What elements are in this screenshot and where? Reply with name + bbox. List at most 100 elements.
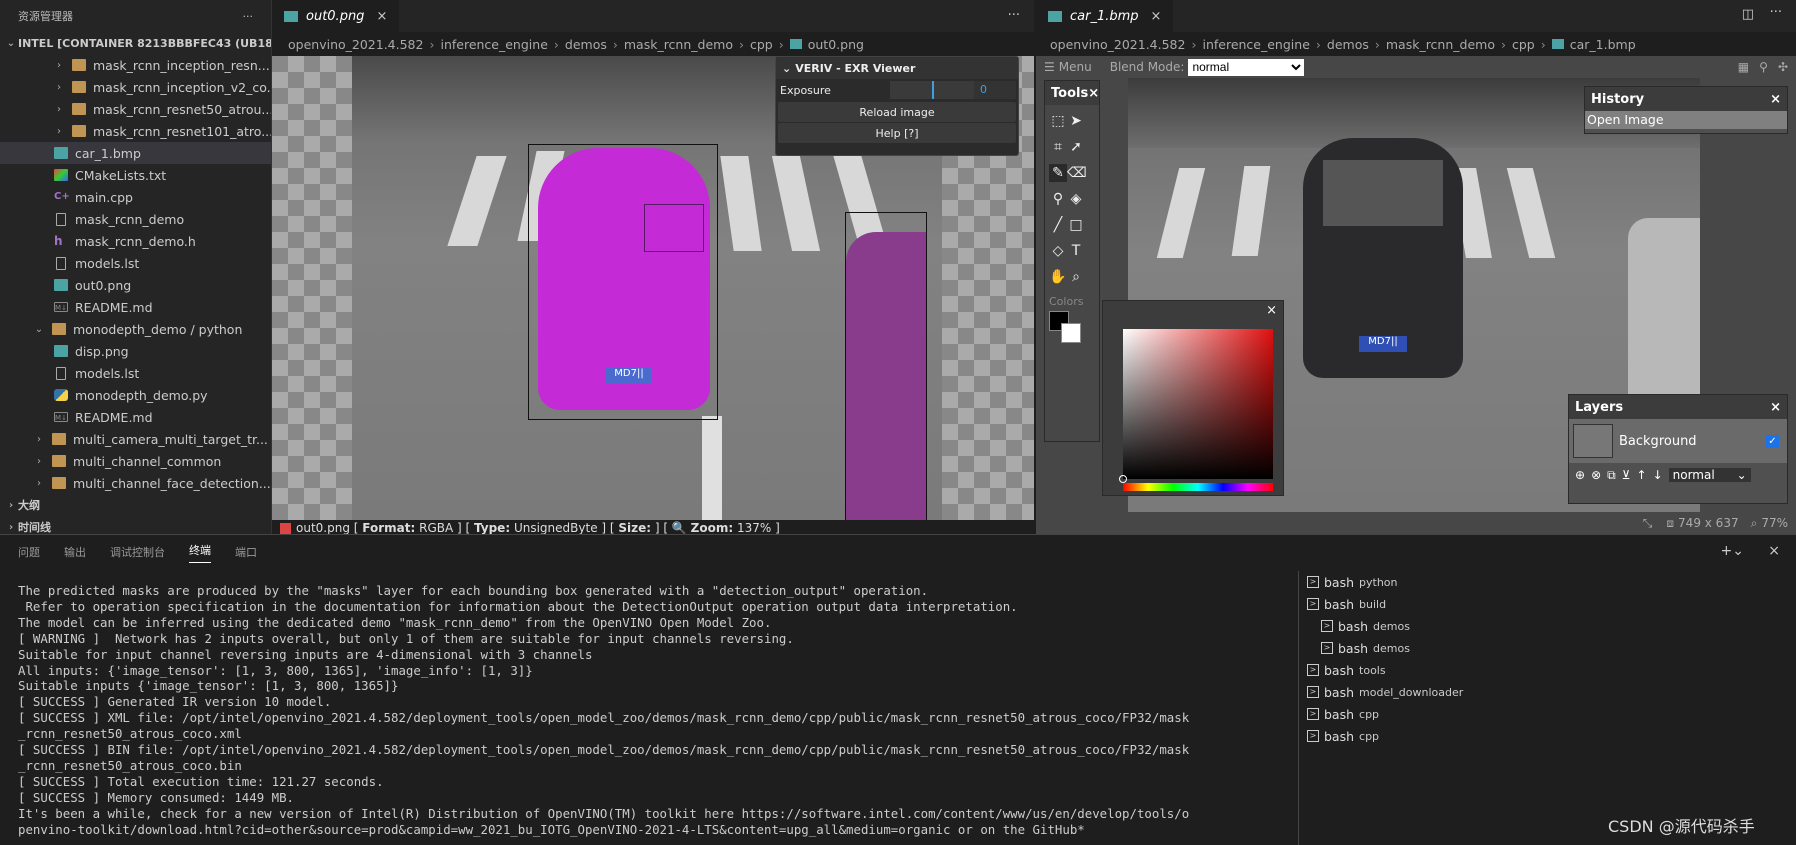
duplicate-layer-icon[interactable]: ⧉ <box>1607 468 1616 483</box>
move-icon[interactable]: ➤ <box>1067 112 1085 130</box>
close-icon[interactable]: × <box>1151 9 1162 24</box>
terminal-item[interactable]: > bash python <box>1299 571 1788 593</box>
menu-button[interactable]: Menu <box>1059 60 1092 74</box>
breadcrumb-item[interactable]: car_1.bmp <box>1570 37 1636 52</box>
line-icon[interactable]: ╱ <box>1049 216 1067 234</box>
breadcrumb-item[interactable]: demos <box>1327 37 1369 52</box>
terminal-item[interactable]: > bash tools <box>1299 659 1788 681</box>
tree-item[interactable]: CMakeLists.txt <box>0 164 271 186</box>
delete-layer-icon[interactable]: ⊗ <box>1591 468 1601 482</box>
tree-item[interactable]: › multi_channel_common <box>0 450 271 472</box>
tree-item[interactable]: models.lst <box>0 252 271 274</box>
tree-item[interactable]: › mask_rcnn_inception_resn... <box>0 54 271 76</box>
tree-item[interactable]: C+ main.cpp <box>0 186 271 208</box>
close-icon[interactable]: × <box>1088 86 1099 101</box>
tree-item[interactable]: car_1.bmp <box>0 142 271 164</box>
tree-item[interactable]: monodepth_demo.py <box>0 384 271 406</box>
hue-slider[interactable] <box>1123 483 1273 491</box>
move-up-icon[interactable]: ↑ <box>1637 468 1647 482</box>
more-actions-icon[interactable]: ··· <box>1008 8 1020 23</box>
breadcrumb-item[interactable]: openvino_2021.4.582 <box>1050 37 1185 52</box>
rectangle-icon[interactable]: □ <box>1067 216 1085 234</box>
shape-icon[interactable]: ◇ <box>1049 242 1067 260</box>
tree-item[interactable]: › mask_rcnn_resnet101_atro... <box>0 120 271 142</box>
tree-item[interactable]: models.lst <box>0 362 271 384</box>
tree-item[interactable]: › mask_rcnn_resnet50_atrou... <box>0 98 271 120</box>
outline-section[interactable]: › 大纲 <box>0 494 271 516</box>
terminal-item[interactable]: > bash demos <box>1299 637 1788 659</box>
brush-icon[interactable]: ✎ <box>1049 164 1067 182</box>
panel-tab[interactable]: 调试控制台 <box>110 544 165 560</box>
text-icon[interactable]: T <box>1067 242 1085 260</box>
terminal-item[interactable]: > bash build <box>1299 593 1788 615</box>
tab-car-1-bmp[interactable]: car_1.bmp × <box>1036 0 1174 32</box>
panel-tab[interactable]: 终端 <box>189 542 211 563</box>
eyedropper-icon[interactable]: ⚲ <box>1049 190 1067 208</box>
breadcrumb-item[interactable]: mask_rcnn_demo <box>624 37 733 52</box>
background-color[interactable] <box>1061 323 1081 343</box>
crop-icon[interactable]: ⌗ <box>1049 138 1067 156</box>
exposure-value[interactable]: 0 <box>974 81 1016 99</box>
new-terminal-icon[interactable]: +⌄ <box>1721 543 1744 559</box>
close-icon[interactable]: × <box>1770 92 1781 107</box>
location-icon[interactable]: ⚲ <box>1759 60 1768 74</box>
transform-icon[interactable]: ⤡ <box>1643 516 1653 531</box>
history-item[interactable]: Open Image <box>1585 111 1787 129</box>
close-icon[interactable]: × <box>1768 543 1780 559</box>
more-actions-icon[interactable]: ··· <box>243 10 254 23</box>
breadcrumb-item[interactable]: cpp <box>1512 37 1535 52</box>
zoom-icon[interactable]: ⌕ <box>1067 268 1085 286</box>
split-editor-icon[interactable]: ◫ <box>1742 7 1754 22</box>
tree-item[interactable]: M↓ README.md <box>0 406 271 428</box>
terminal-item[interactable]: > bash demos <box>1299 615 1788 637</box>
tree-item[interactable]: › mask_rcnn_inception_v2_co... <box>0 76 271 98</box>
select-add-icon[interactable]: ➚ <box>1067 138 1085 156</box>
panel-tab[interactable]: 问题 <box>18 544 40 560</box>
new-layer-icon[interactable]: ⊕ <box>1575 468 1585 482</box>
workspace-root[interactable]: ⌄ INTEL [CONTAINER 8213BBBFEC43 (UB18_CV… <box>0 32 271 54</box>
help-button[interactable]: Help [?] <box>778 123 1016 143</box>
reload-image-button[interactable]: Reload image <box>778 102 1016 122</box>
breadcrumb-item[interactable]: cpp <box>750 37 773 52</box>
exr-title[interactable]: ⌄ VERIV - EXR Viewer <box>776 57 1018 79</box>
breadcrumb-item[interactable]: mask_rcnn_demo <box>1386 37 1495 52</box>
panel-tab[interactable]: 输出 <box>64 544 86 560</box>
merge-layer-icon[interactable]: ⊻ <box>1622 468 1631 482</box>
color-cursor[interactable] <box>1119 475 1127 483</box>
breadcrumb-item[interactable]: inference_engine <box>1202 37 1309 52</box>
menu-icon[interactable]: ☰ <box>1044 60 1055 74</box>
more-actions-icon[interactable]: ··· <box>1770 5 1782 20</box>
layer-row[interactable]: Background ✓ <box>1569 419 1787 463</box>
exposure-slider[interactable] <box>890 81 974 99</box>
fill-icon[interactable]: ◈ <box>1067 190 1085 208</box>
layer-blend-select[interactable]: normal ⌄ <box>1668 468 1751 482</box>
marquee-icon[interactable]: ⬚ <box>1049 112 1067 130</box>
tree-item[interactable]: mask_rcnn_demo <box>0 208 271 230</box>
terminal-item[interactable]: > bash model_downloader <box>1299 681 1788 703</box>
layer-visibility-checkbox[interactable]: ✓ <box>1766 434 1779 448</box>
breadcrumb-item[interactable]: demos <box>565 37 607 52</box>
eraser-icon[interactable]: ⌫ <box>1067 164 1087 182</box>
color-saturation-field[interactable] <box>1123 329 1273 479</box>
breadcrumb-item[interactable]: out0.png <box>808 37 864 52</box>
tab-out0-png[interactable]: out0.png × <box>272 0 400 32</box>
close-icon[interactable]: × <box>376 9 387 24</box>
move-down-icon[interactable]: ↓ <box>1653 468 1663 482</box>
tree-item[interactable]: › multi_channel_face_detection... <box>0 472 271 494</box>
canvas-zoom[interactable]: 77% <box>1761 516 1788 530</box>
blend-mode-select[interactable]: normal <box>1188 58 1305 76</box>
tree-item[interactable]: disp.png <box>0 340 271 362</box>
tree-item[interactable]: ⌄ monodepth_demo / python <box>0 318 271 340</box>
settings-icon[interactable]: ✣ <box>1778 60 1788 74</box>
breadcrumb-item[interactable]: inference_engine <box>440 37 547 52</box>
tree-item[interactable]: h mask_rcnn_demo.h <box>0 230 271 252</box>
terminal-item[interactable]: > bash cpp <box>1299 703 1788 725</box>
close-icon[interactable]: × <box>1266 303 1277 318</box>
tree-item[interactable]: out0.png <box>0 274 271 296</box>
hand-icon[interactable]: ✋ <box>1049 268 1067 286</box>
terminal-output[interactable]: The predicted masks are produced by the … <box>18 583 1288 838</box>
close-icon[interactable]: × <box>1770 400 1781 415</box>
tree-item[interactable]: M↓ README.md <box>0 296 271 318</box>
breadcrumb-item[interactable]: openvino_2021.4.582 <box>288 37 423 52</box>
terminal-item[interactable]: > bash cpp <box>1299 725 1788 747</box>
